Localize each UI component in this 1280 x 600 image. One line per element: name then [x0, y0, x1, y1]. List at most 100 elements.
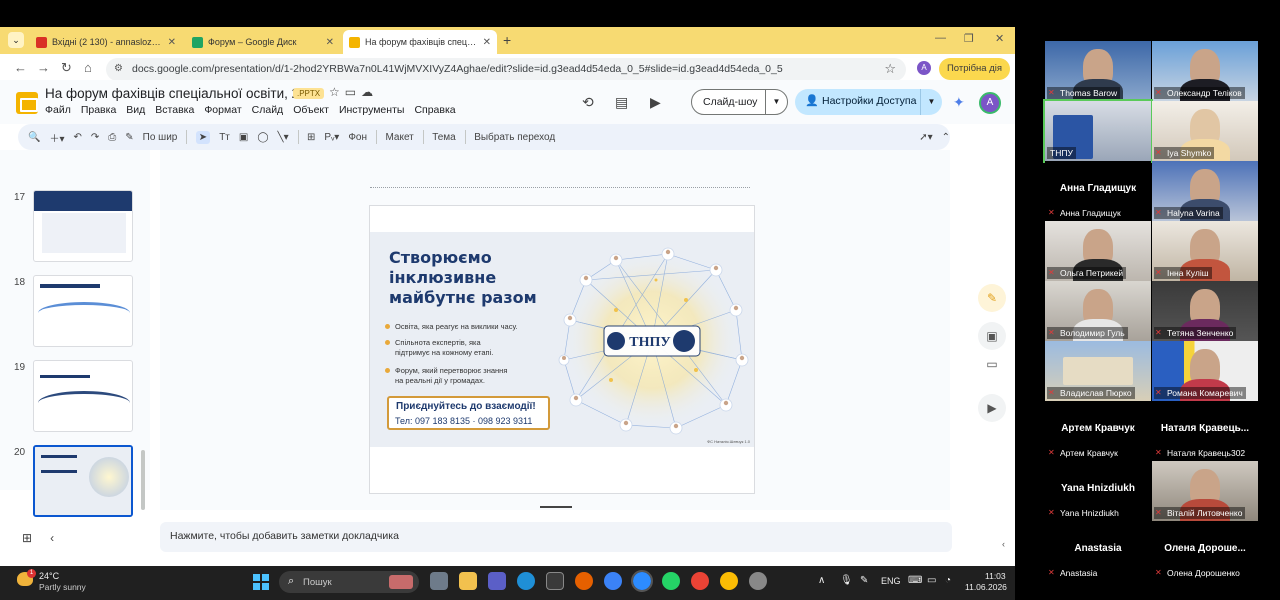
participant-tile[interactable]: ✕ Володимир Гуль — [1045, 281, 1151, 341]
share-button[interactable]: 👤 Настройки Доступа ▼ — [795, 89, 942, 115]
comments-icon[interactable]: ▤ — [615, 94, 628, 111]
window-close-icon[interactable]: ✕ — [995, 32, 1004, 45]
tab-gmail[interactable]: Вхідні (2 130) - annaslozanska@ ✕ — [30, 30, 182, 54]
layout-button[interactable]: Макет — [385, 132, 413, 143]
close-icon[interactable]: ✕ — [483, 37, 491, 48]
participant-tile[interactable]: ✕ Віталій Литовченко — [1152, 461, 1258, 521]
participant-tile[interactable]: ✕ Thomas Barow — [1045, 41, 1151, 101]
taskbar-search[interactable]: ⌕ Пошук — [279, 571, 419, 593]
slide-heading[interactable]: Створюємо інклюзивне майбутнє разом — [389, 248, 537, 308]
language-indicator[interactable]: ENG — [881, 576, 901, 586]
slide-content[interactable]: Створюємо інклюзивне майбутнє разом Осві… — [370, 232, 754, 447]
keyboard-icon[interactable]: ⌨ — [908, 575, 922, 586]
clock-time[interactable]: 11:03 — [985, 571, 1006, 581]
transition-button[interactable]: Выбрать переход — [474, 132, 555, 143]
paint-format-icon[interactable]: ✎ — [125, 132, 133, 143]
participant-tile-active[interactable]: ТНПУ — [1043, 99, 1153, 163]
restore-icon[interactable]: ❐ — [964, 32, 974, 45]
text-box-icon[interactable]: Tт — [219, 132, 230, 143]
theme-button[interactable]: Тема — [432, 132, 456, 143]
profile-avatar[interactable]: A — [917, 61, 931, 75]
weather-temperature[interactable]: 24°C — [39, 571, 59, 581]
new-tab-button[interactable]: + — [503, 32, 511, 48]
participant-tile[interactable]: Anastasia ✕ Anastasia — [1045, 521, 1151, 581]
clock-date[interactable]: 11.06.2026 — [965, 582, 1007, 592]
slide-thumbnail[interactable] — [33, 190, 133, 262]
participant-tile[interactable]: Анна Гладищук ✕ Анна Гладищук — [1045, 161, 1151, 221]
home-icon[interactable]: ⌂ — [84, 60, 92, 75]
participant-tile[interactable]: Артем Кравчук ✕ Артем Кравчук — [1045, 401, 1151, 461]
video-side-icon[interactable]: ▶ — [978, 394, 1006, 422]
menu-view[interactable]: Вид — [126, 104, 145, 116]
shape-icon[interactable]: ◯ — [257, 132, 268, 143]
participant-tile[interactable]: ✕ Романа Комаревич — [1152, 341, 1258, 401]
menu-tools[interactable]: Инструменты — [339, 104, 404, 116]
grid-view-icon[interactable]: ⊞ — [22, 531, 50, 545]
document-title[interactable]: На форум фахівців спеціальної освіти, 20… — [45, 86, 322, 101]
edge-icon[interactable] — [517, 572, 535, 590]
move-folder-icon[interactable]: ▭ — [345, 85, 361, 99]
tab-slides[interactable]: На форум фахівців спеціальн ✕ — [343, 30, 497, 54]
participant-tile[interactable]: Наталя Кравець... ✕ Наталя Кравець302 — [1152, 401, 1258, 461]
participant-tile[interactable]: ✕ Олександр Теліков — [1152, 41, 1258, 101]
zoom-icon[interactable] — [631, 570, 653, 592]
minimize-icon[interactable]: — — [935, 32, 946, 44]
chevron-down-icon[interactable]: ▼ — [765, 90, 787, 114]
back-icon[interactable]: ← — [14, 60, 27, 75]
slide-bullet[interactable]: Спільнота експертів, яка підтримує на ко… — [384, 338, 493, 358]
forward-icon[interactable]: → — [37, 60, 50, 75]
close-icon[interactable]: ✕ — [168, 37, 176, 48]
settings-icon[interactable] — [749, 572, 767, 590]
select-tool-icon[interactable]: ➤ — [195, 130, 211, 144]
participant-tile[interactable]: Олена Дороше... ✕ Олена Дорошенко — [1152, 521, 1258, 581]
chrome-profile-icon[interactable] — [720, 572, 738, 590]
search-icon[interactable]: 🔍 — [28, 132, 40, 143]
pen-icon[interactable]: Pᵥ▾ — [324, 132, 339, 143]
site-info-icon[interactable]: ⚙ — [114, 63, 123, 74]
app-icon[interactable] — [604, 572, 622, 590]
slide-thumbnail[interactable] — [33, 275, 133, 347]
side-panel-collapse-icon[interactable]: ‹ — [1002, 539, 1005, 549]
menu-help[interactable]: Справка — [414, 104, 455, 116]
participant-tile[interactable]: ✕ Тетяна Зенченко — [1152, 281, 1258, 341]
slides-logo-icon[interactable] — [16, 92, 38, 114]
new-slide-icon[interactable]: ＋▾ — [49, 130, 64, 145]
reload-icon[interactable]: ↻ — [61, 60, 72, 76]
close-icon[interactable]: ✕ — [326, 37, 334, 48]
participant-tile[interactable]: Yana Hnizdiukh ✕ Yana Hnizdiukh — [1045, 461, 1151, 521]
filmstrip-scrollbar[interactable] — [141, 450, 145, 510]
history-icon[interactable]: ⟲ — [582, 94, 594, 111]
wifi-icon[interactable]: ◔ — [945, 575, 951, 586]
menu-format[interactable]: Формат — [204, 104, 241, 116]
tab-search-icon[interactable]: ⌄ — [8, 32, 24, 48]
collapse-filmstrip-icon[interactable]: ‹ — [50, 531, 72, 545]
task-view-icon[interactable] — [430, 572, 448, 590]
star-icon[interactable]: ☆ — [329, 85, 345, 99]
pen-menu-icon[interactable]: ✎ — [860, 575, 868, 586]
comment-add-icon[interactable]: ⊞ — [307, 132, 315, 143]
menu-edit[interactable]: Правка — [81, 104, 116, 116]
keep-icon[interactable]: ▣ — [978, 322, 1006, 350]
file-explorer-icon[interactable] — [459, 572, 477, 590]
participant-tile[interactable]: ✕ Iya Shymko — [1152, 101, 1258, 161]
action-required-button[interactable]: Потрібна дія — [939, 58, 1010, 80]
background-button[interactable]: Фон — [348, 132, 367, 143]
gemini-side-icon[interactable]: ✎ — [978, 284, 1006, 312]
collapse-toolbar-icon[interactable]: ⌃ — [942, 132, 950, 143]
participant-tile[interactable]: ✕ Інна Куліш — [1152, 221, 1258, 281]
windows-start-icon[interactable] — [253, 574, 269, 590]
firefox-icon[interactable] — [575, 572, 593, 590]
cloud-status-icon[interactable]: ☁ — [361, 85, 378, 99]
participant-tile[interactable]: ✕ Ольга Петрикей — [1045, 221, 1151, 281]
weather-description[interactable]: Partly sunny — [39, 582, 86, 592]
tab-google-drive[interactable]: Форум – Google Диск ✕ — [186, 30, 340, 54]
canvas-scroll-indicator[interactable] — [540, 506, 572, 508]
slide-thumbnail[interactable] — [33, 360, 133, 432]
speaker-notes[interactable]: Нажмите, чтобы добавить заметки докладчи… — [160, 522, 952, 552]
chevron-down-icon[interactable]: ▼ — [920, 89, 942, 115]
user-avatar[interactable]: A — [979, 92, 1001, 114]
slideshow-button[interactable]: Слайд-шоу ▼ — [691, 89, 788, 115]
slide-bullet[interactable]: Освіта, яка реагує на виклики часу. — [385, 322, 518, 332]
menu-object[interactable]: Объект — [293, 104, 329, 116]
pointer-mode-icon[interactable]: ➚▾ — [919, 132, 932, 143]
